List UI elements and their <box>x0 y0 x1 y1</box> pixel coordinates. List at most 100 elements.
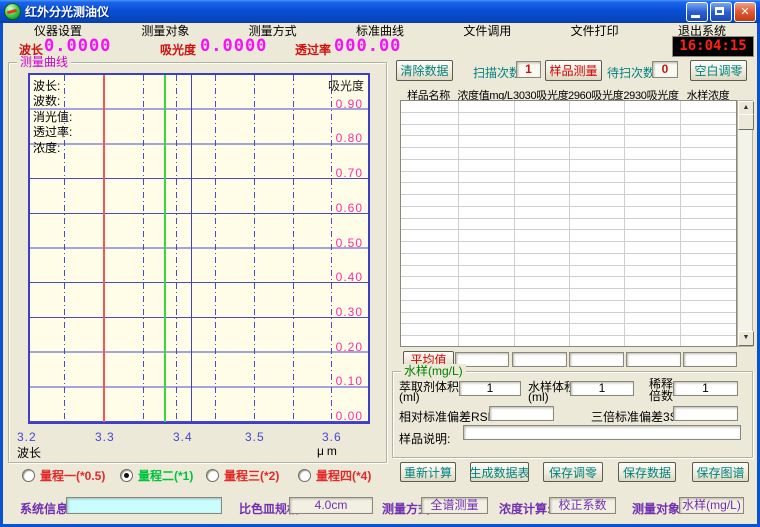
system-info-field <box>66 497 222 514</box>
pending-count-label: 待扫次数 <box>607 64 655 81</box>
menu-item[interactable]: 测量对象 <box>141 22 189 39</box>
water-group-title: 水样(mg/L) <box>401 364 466 378</box>
table-header: 2930吸光度 <box>623 87 679 100</box>
scan-count-label: 扫描次数 <box>473 64 521 81</box>
table-scrollbar[interactable]: ▲ ▼ <box>737 100 753 347</box>
rsd-field[interactable] <box>489 406 554 421</box>
grid-dashed-line <box>143 75 144 422</box>
water-volume-unit: (ml) <box>528 390 549 404</box>
y-axis-tick: 0.50 <box>336 236 363 250</box>
menu-item[interactable]: 文件打印 <box>571 22 619 39</box>
chart-group-title: 测量曲线 <box>17 55 71 69</box>
y-axis-tick: 0.70 <box>336 166 363 180</box>
concentration-calc-value: 校正系数 <box>549 497 616 514</box>
dilution-factor-field[interactable]: 1 <box>673 381 738 396</box>
radio-icon <box>298 469 311 482</box>
close-button[interactable]: ✕ <box>734 2 756 22</box>
transmittance-label: 透过率 <box>295 41 331 58</box>
table-header: 浓度值mg/L <box>457 87 513 100</box>
sd3-label: 三倍标准偏差3S <box>591 408 678 425</box>
absorbance-readout: 0.0000 <box>200 36 267 56</box>
range-radio-option[interactable]: 量程二(*1) <box>120 467 193 484</box>
range-radio-option[interactable]: 量程四(*4) <box>298 467 371 484</box>
system-info-label: 系统信息: <box>20 500 72 517</box>
range-selector: 量程一(*0.5) 量程二(*1) 量程三(*2) 量程四(*4) <box>8 467 385 485</box>
sample-note-field[interactable] <box>463 425 741 440</box>
sd3-field[interactable] <box>673 406 738 421</box>
measure-target-label: 测量对象: <box>632 500 684 517</box>
x-axis-tick: 3.4 <box>173 430 193 444</box>
x-axis-label: 波长 <box>17 444 41 461</box>
grid-dashed-line <box>331 75 332 422</box>
table-header: 3030吸光度 <box>513 87 568 100</box>
table-column-divider <box>514 101 515 346</box>
app-window: 红外分光测油仪 ✕ 仪器设置测量对象测量方式标准曲线文件调用文件打印退出系统 波… <box>0 0 760 527</box>
table-column-divider <box>458 101 459 346</box>
blank-zero-button[interactable]: 空白调零 <box>690 60 747 81</box>
measure-mode-value: 全谱测量 <box>421 497 488 514</box>
y-axis-tick: 0.00 <box>336 409 363 423</box>
sample-measure-button[interactable]: 样品测量 <box>545 60 602 81</box>
radio-icon <box>120 469 133 482</box>
grid-dashed-line <box>176 75 177 422</box>
sample-data-table[interactable] <box>400 100 737 347</box>
scrollbar-down-arrow[interactable]: ▼ <box>738 331 754 346</box>
sample-note-label: 样品说明: <box>399 430 450 447</box>
average-field <box>569 352 624 367</box>
action-button[interactable]: 重新计算 <box>400 462 456 482</box>
clear-data-button[interactable]: 清除数据 <box>396 60 453 81</box>
range-radio-option[interactable]: 量程一(*0.5) <box>22 467 105 484</box>
x-axis-unit: μm <box>317 444 340 458</box>
blue-wavelength-marker <box>191 75 192 422</box>
wavelength-readout: 0.0000 <box>44 36 111 56</box>
minimize-button[interactable] <box>686 2 708 22</box>
y-axis-tick: 0.80 <box>336 131 363 145</box>
table-header: 样品名称 <box>400 87 457 100</box>
table-column-divider <box>624 101 625 346</box>
concentration-calc-label: 浓度计算: <box>499 500 551 517</box>
table-header: 2960吸光度 <box>568 87 623 100</box>
range-label: 量程二(*1) <box>138 467 193 484</box>
red-wavelength-marker <box>103 75 105 422</box>
maximize-button[interactable] <box>710 2 732 22</box>
title-bar: 红外分光测油仪 ✕ <box>0 0 760 23</box>
water-sample-groupbox: 水样(mg/L) 萃取剂体积 (ml) 1 水样体积 (ml) 1 稀释 倍数 … <box>392 371 753 458</box>
y-axis-tick: 0.90 <box>336 97 363 111</box>
action-button[interactable]: 保存数据 <box>618 462 676 482</box>
action-button[interactable]: 保存图谱 <box>692 462 749 482</box>
scrollbar-thumb[interactable] <box>738 114 754 130</box>
x-axis-tick: 3.3 <box>95 430 115 444</box>
extract-volume-unit: (ml) <box>399 390 420 404</box>
table-column-divider <box>569 101 570 346</box>
chart-info-label: 浓度: <box>33 139 60 156</box>
range-label: 量程四(*4) <box>316 467 371 484</box>
water-volume-field[interactable]: 1 <box>570 381 634 396</box>
window-title: 红外分光测油仪 <box>25 3 686 20</box>
grid-dashed-line <box>215 75 216 422</box>
scan-count-field[interactable]: 1 <box>516 61 541 78</box>
spectrum-chart: 吸光度 波长:波数:消光值:透过率:浓度: 0.900.800.700.600.… <box>28 73 370 424</box>
measure-target-value: 水样(mg/L) <box>679 497 744 514</box>
action-button[interactable]: 保存调零 <box>543 462 603 482</box>
chart-groupbox: 测量曲线 吸光度 波长:波数:消光值:透过率:浓度: 0.900.800.700… <box>8 62 387 463</box>
range-radio-option[interactable]: 量程三(*2) <box>206 467 279 484</box>
y-axis-tick: 0.10 <box>336 374 363 388</box>
x-axis-tick: 3.2 <box>17 430 37 444</box>
app-icon <box>4 3 21 20</box>
y-axis-tick: 0.60 <box>336 201 363 215</box>
y-axis-tick: 0.20 <box>336 340 363 354</box>
table-header: 水样浓度 <box>679 87 737 100</box>
action-button[interactable]: 生成数据表 <box>470 462 529 482</box>
digital-clock: 16:04:15 <box>672 36 754 57</box>
y-axis-tick: 0.30 <box>336 305 363 319</box>
pending-count-field[interactable]: 0 <box>652 61 678 78</box>
green-wavelength-marker <box>164 75 166 422</box>
extract-volume-field[interactable]: 1 <box>459 381 521 396</box>
dilution-factor-label: 倍数 <box>649 387 673 404</box>
absorbance-label: 吸光度 <box>160 41 196 58</box>
average-field <box>512 352 567 367</box>
x-axis-tick: 3.6 <box>322 430 342 444</box>
rsd-label: 相对标准偏差RSD <box>399 408 496 425</box>
menu-item[interactable]: 文件调用 <box>463 22 511 39</box>
table-header-row: 样品名称浓度值mg/L3030吸光度2960吸光度2930吸光度水样浓度 <box>400 87 738 100</box>
